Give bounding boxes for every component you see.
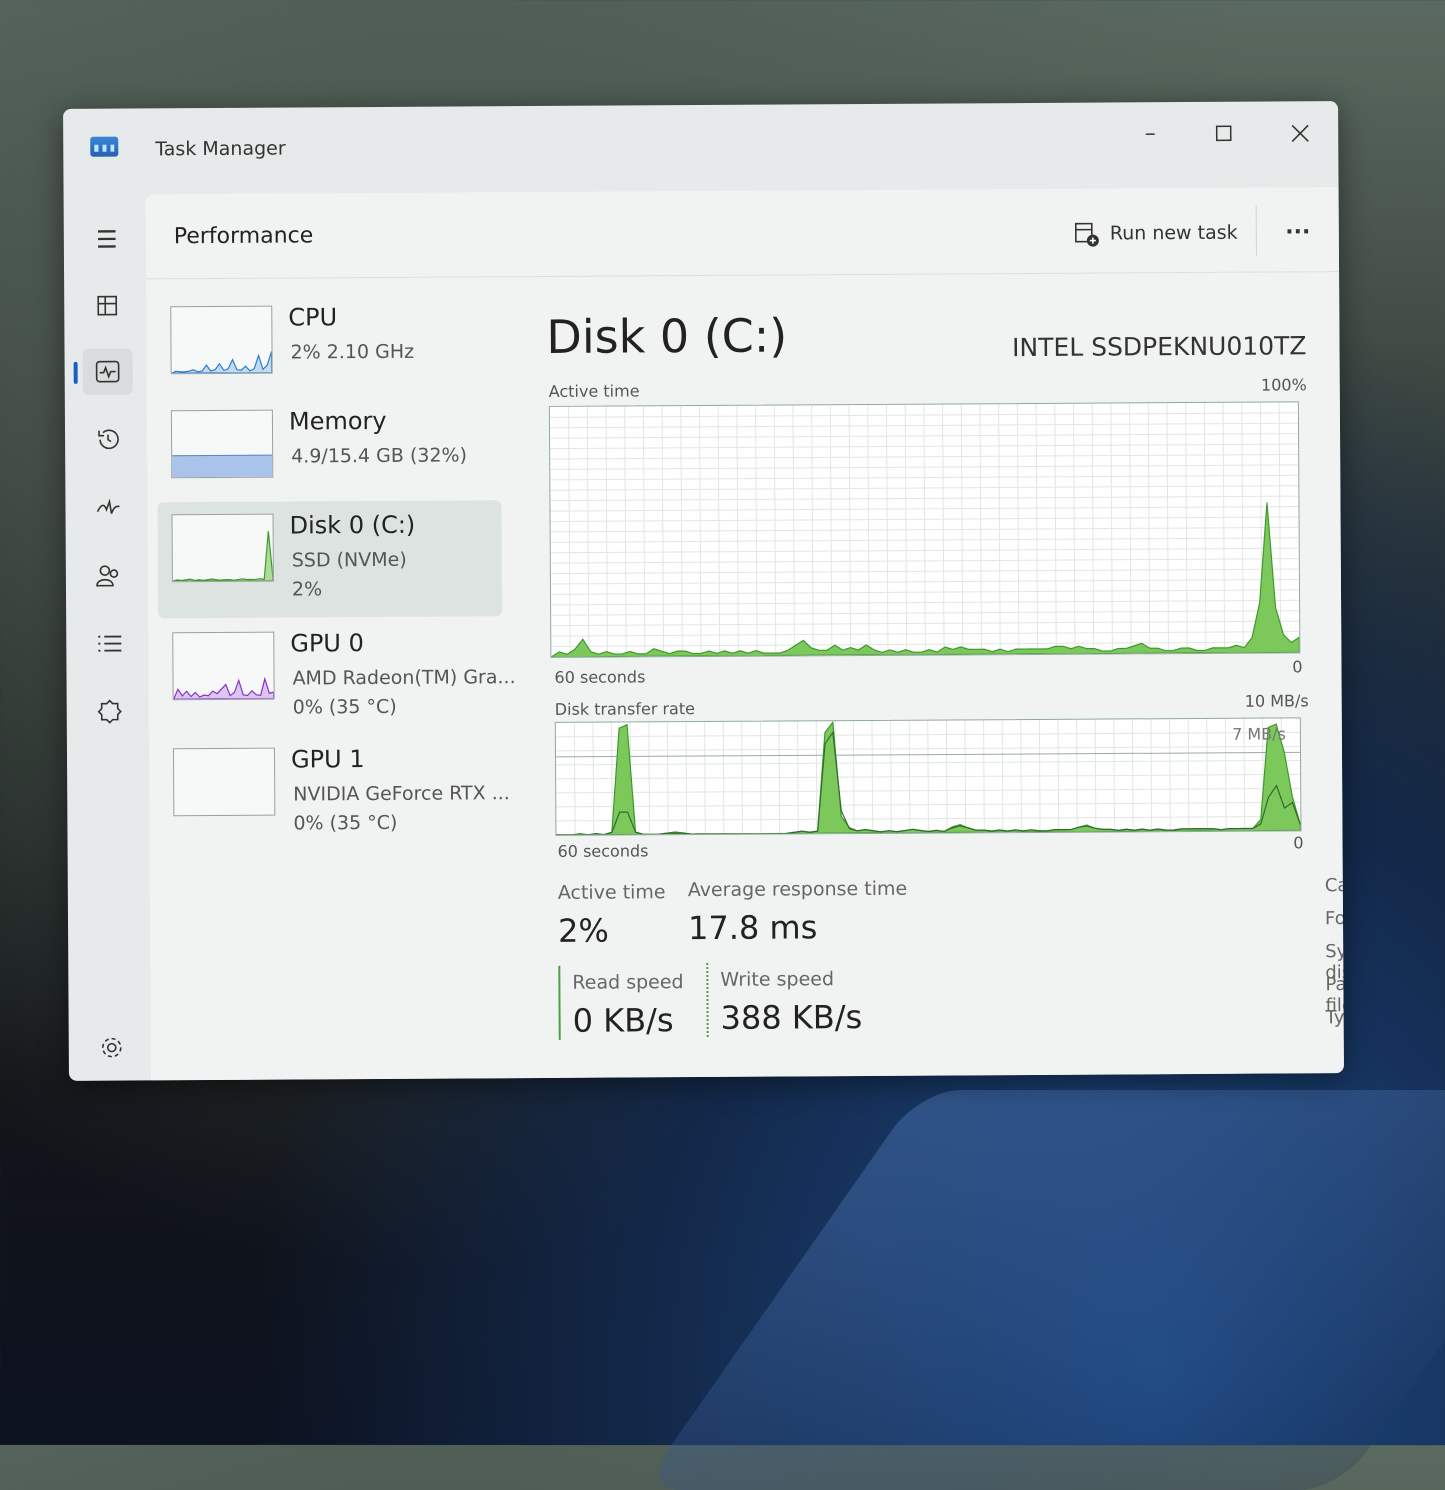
users-icon[interactable] <box>84 552 134 598</box>
gpu-usage-series <box>172 676 275 700</box>
hamburger-menu-icon[interactable]: ☰ <box>82 216 132 262</box>
device-item-cpu[interactable]: CPU 2% 2.10 GHz <box>156 292 501 410</box>
active-time-graph-min: 0 <box>1292 657 1303 677</box>
memory-thumbnail-graph <box>170 409 274 479</box>
device-list: CPU 2% 2.10 GHz Memory 4.9/15.4 GB (32%)… <box>146 292 516 835</box>
active-time-label: Active time <box>557 881 666 904</box>
close-button[interactable] <box>1275 115 1325 151</box>
desktop-wallpaper-glare <box>639 1090 1445 1490</box>
window-title: Task Manager <box>155 137 286 161</box>
disk-detail-panel: Disk 0 (C:) INTEL SSDPEKNU010TZ Active t… <box>546 287 1344 1072</box>
device-name: GPU 0 <box>290 629 364 658</box>
read-speed-label: Read speed <box>572 971 684 994</box>
startup-apps-icon[interactable] <box>83 484 133 530</box>
disk-properties: Capacity:954 GBFormatted:954 GBSystem di… <box>546 287 1344 1029</box>
device-detail: 4.9/15.4 GB (32%) <box>291 444 468 468</box>
active-time-graph-max: 100% <box>1260 375 1307 395</box>
disk-thumbnail-graph <box>171 513 274 583</box>
app-history-icon[interactable] <box>83 416 133 462</box>
read-speed-legend-line <box>558 965 561 1040</box>
task-manager-window: Task Manager – ☰ Performance Run new tas… <box>63 101 1344 1081</box>
disk-model: INTEL SSDPEKNU010TZ <box>1012 331 1307 363</box>
run-new-task-button[interactable]: Run new task <box>1074 216 1238 251</box>
disk-title: Disk 0 (C:) <box>546 308 788 364</box>
device-item-memory[interactable]: Memory 4.9/15.4 GB (32%) <box>157 396 502 514</box>
active-time-graph <box>548 401 1301 658</box>
title-bar[interactable]: Task Manager – <box>63 101 1339 195</box>
device-name: Memory <box>288 406 387 436</box>
performance-icon[interactable] <box>82 348 133 395</box>
services-icon[interactable] <box>85 688 135 734</box>
gpu0-thumbnail-graph <box>172 631 275 701</box>
device-item-gpu0[interactable]: GPU 0 AMD Radeon(TM) Gra... 0% (35 °C) <box>158 618 516 736</box>
write-speed-value: 388 KB/s <box>720 998 863 1037</box>
read-speed-value: 0 KB/s <box>572 1001 674 1040</box>
details-icon[interactable] <box>84 620 134 666</box>
property-key: Capacity: <box>1324 874 1344 897</box>
transfer-rate-graph-max: 10 MB/s <box>1244 691 1309 711</box>
device-detail: 2% 2.10 GHz <box>290 340 415 364</box>
device-detail: NVIDIA GeForce RTX ... <box>293 782 510 806</box>
write-speed-label: Write speed <box>720 968 835 991</box>
page-title: Performance <box>173 223 314 250</box>
transfer-rate-graph-label: Disk transfer rate <box>554 699 696 719</box>
device-detail: AMD Radeon(TM) Gra... <box>292 666 516 690</box>
device-usage: 0% (35 °C) <box>293 811 398 835</box>
performance-page: Performance Run new task ... CPU 2% 2.10… <box>145 187 1344 1081</box>
cpu-thumbnail-graph <box>170 305 273 375</box>
processes-icon[interactable] <box>82 282 132 328</box>
device-usage: 2% <box>291 578 323 601</box>
header-divider <box>1255 205 1257 256</box>
write-speed-legend-line <box>706 962 709 1037</box>
transfer-rate-reference-label: 7 MB/s <box>1232 724 1286 744</box>
property-key: Type: <box>1325 1006 1344 1029</box>
gpu1-thumbnail-graph <box>172 747 276 817</box>
settings-gear-icon[interactable] <box>87 1024 137 1070</box>
disk-usage-series <box>172 531 274 582</box>
transfer-rate-graph-min: 0 <box>1293 833 1304 853</box>
active-time-value: 2% <box>557 911 609 950</box>
transfer-rate-graph: 7 MB/s <box>554 717 1302 836</box>
average-response-time-value: 17.8 ms <box>687 908 818 948</box>
average-response-time-label: Average response time <box>687 877 908 902</box>
device-name: Disk 0 (C:) <box>289 510 416 540</box>
memory-usage-fill <box>172 454 273 478</box>
run-task-icon <box>1074 222 1099 247</box>
device-detail: SSD (NVMe) <box>291 548 407 572</box>
more-options-button[interactable]: ... <box>1278 209 1318 249</box>
page-header: Performance Run new task ... <box>145 187 1340 280</box>
device-item-disk0[interactable]: Disk 0 (C:) SSD (NVMe) 2% <box>157 500 503 619</box>
property-key: Formatted: <box>1324 907 1344 930</box>
minimize-button[interactable]: – <box>1125 116 1175 152</box>
cpu-usage-series <box>171 351 273 374</box>
run-new-task-label: Run new task <box>1109 221 1238 245</box>
navigation-rail: ☰ <box>64 194 151 1080</box>
device-usage: 0% (35 °C) <box>292 695 397 719</box>
device-name: GPU 1 <box>290 745 365 774</box>
maximize-button[interactable] <box>1199 116 1249 152</box>
active-time-graph-label: Active time <box>548 381 640 401</box>
transfer-rate-graph-span: 60 seconds <box>557 841 649 861</box>
active-time-graph-span: 60 seconds <box>554 667 646 687</box>
device-item-gpu1[interactable]: GPU 1 NVIDIA GeForce RTX ... 0% (35 °C) <box>159 734 510 852</box>
task-manager-app-icon <box>90 136 119 157</box>
device-name: CPU <box>288 303 338 332</box>
